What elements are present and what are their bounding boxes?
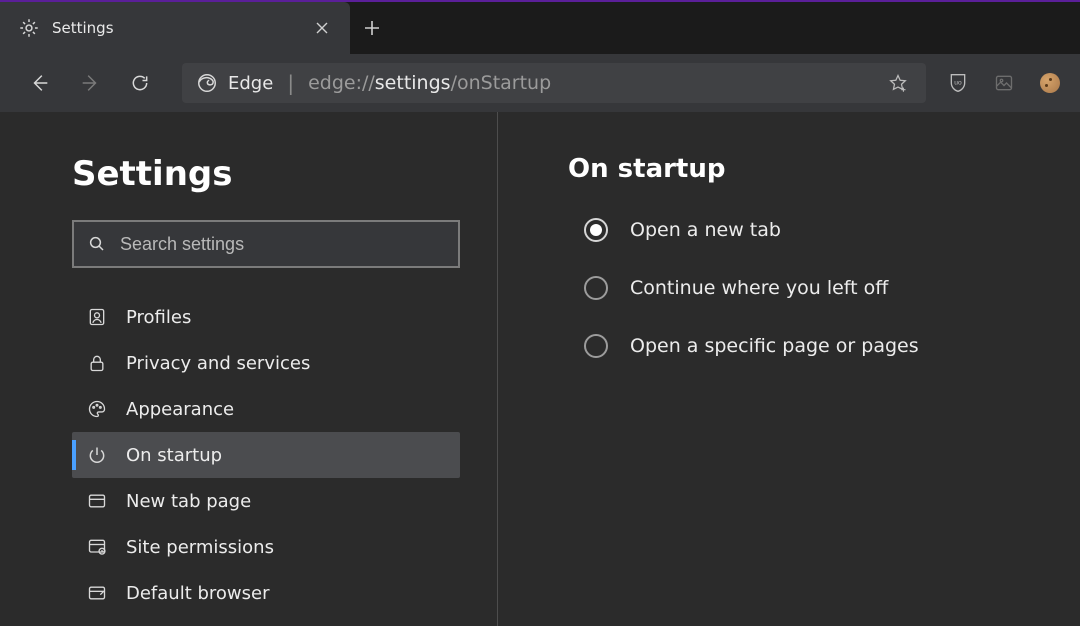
refresh-button[interactable]	[118, 63, 162, 103]
site-identity: Edge	[196, 72, 273, 94]
ublock-extension-icon[interactable]: uo	[938, 63, 978, 103]
nav-appearance[interactable]: Appearance	[72, 386, 460, 432]
search-input[interactable]	[120, 234, 444, 255]
settings-heading: Settings	[72, 154, 497, 194]
nav-item-label: New tab page	[126, 491, 251, 512]
permissions-icon	[86, 537, 108, 557]
content-area: Settings Profiles Privacy and services	[0, 112, 1080, 626]
nav-item-label: Default browser	[126, 583, 270, 604]
settings-main: On startup Open a new tab Continue where…	[498, 112, 1080, 626]
back-button[interactable]	[18, 63, 62, 103]
favorite-button[interactable]	[878, 63, 918, 103]
search-settings-box[interactable]	[72, 220, 460, 268]
nav-default-browser[interactable]: Default browser	[72, 570, 460, 616]
nav-profiles[interactable]: Profiles	[72, 294, 460, 340]
site-identity-label: Edge	[228, 73, 273, 94]
tab-title: Settings	[52, 19, 296, 37]
startup-options: Open a new tab Continue where you left o…	[584, 218, 1080, 358]
url-text: edge://settings/onStartup	[308, 72, 868, 94]
option-label: Open a new tab	[630, 219, 781, 241]
radio-icon	[584, 334, 608, 358]
nav-privacy[interactable]: Privacy and services	[72, 340, 460, 386]
address-separator: |	[283, 71, 298, 95]
radio-icon	[584, 276, 608, 300]
section-heading: On startup	[568, 154, 1080, 184]
lock-icon	[86, 353, 108, 373]
settings-nav: Profiles Privacy and services Appearance…	[72, 294, 460, 616]
tab-settings[interactable]: Settings	[0, 2, 350, 54]
new-tab-button[interactable]	[350, 2, 394, 54]
nav-on-startup[interactable]: On startup	[72, 432, 460, 478]
new-tab-icon	[86, 491, 108, 511]
nav-item-label: Site permissions	[126, 537, 274, 558]
extensions-area: uo	[938, 63, 1070, 103]
address-bar[interactable]: Edge | edge://settings/onStartup	[182, 63, 926, 103]
svg-text:uo: uo	[954, 80, 962, 87]
tab-strip: Settings	[0, 2, 1080, 54]
option-label: Continue where you left off	[630, 277, 888, 299]
option-continue[interactable]: Continue where you left off	[584, 276, 1080, 300]
nav-new-tab[interactable]: New tab page	[72, 478, 460, 524]
nav-item-label: Appearance	[126, 399, 234, 420]
nav-item-label: Profiles	[126, 307, 191, 328]
option-open-new-tab[interactable]: Open a new tab	[584, 218, 1080, 242]
tab-close-button[interactable]	[308, 14, 336, 42]
palette-icon	[86, 399, 108, 419]
edge-icon	[196, 72, 218, 94]
settings-sidebar: Settings Profiles Privacy and services	[0, 112, 498, 626]
gear-icon	[18, 17, 40, 39]
toolbar: Edge | edge://settings/onStartup uo	[0, 54, 1080, 112]
nav-site-permissions[interactable]: Site permissions	[72, 524, 460, 570]
forward-button[interactable]	[68, 63, 112, 103]
option-label: Open a specific page or pages	[630, 335, 919, 357]
cookie-extension-icon[interactable]	[1030, 63, 1070, 103]
radio-icon	[584, 218, 608, 242]
browser-icon	[86, 583, 108, 603]
nav-item-label: Privacy and services	[126, 353, 310, 374]
power-icon	[86, 445, 108, 465]
option-specific-page[interactable]: Open a specific page or pages	[584, 334, 1080, 358]
image-extension-icon[interactable]	[984, 63, 1024, 103]
profile-icon	[86, 307, 108, 327]
search-icon	[88, 235, 106, 253]
nav-item-label: On startup	[126, 445, 222, 466]
